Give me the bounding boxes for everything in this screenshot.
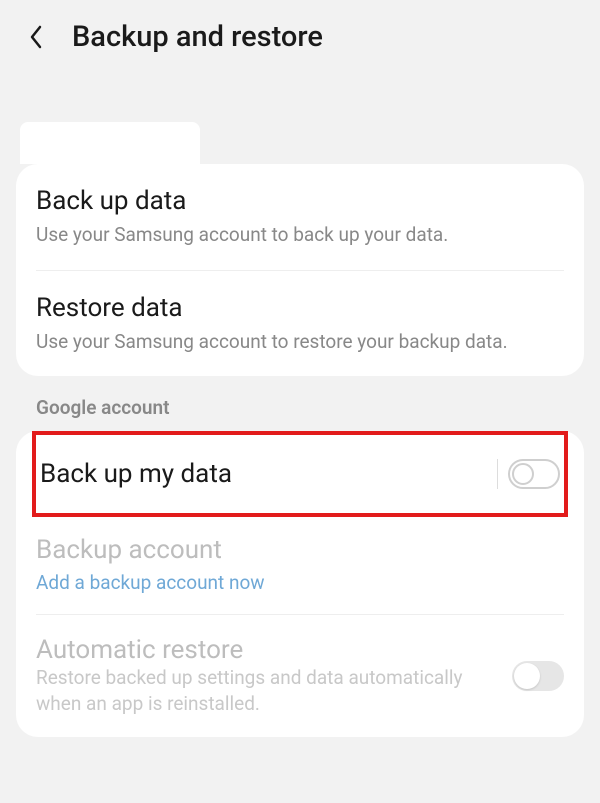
toggle-knob	[512, 463, 534, 485]
backup-my-data-toggle[interactable]	[508, 459, 560, 489]
back-icon[interactable]	[24, 25, 48, 49]
toggle-knob	[514, 663, 540, 689]
highlight-box: Back up my data	[32, 431, 568, 517]
backup-data-title: Back up data	[36, 186, 564, 216]
automatic-restore-toggle[interactable]	[512, 661, 564, 691]
toggle-wrap	[497, 459, 560, 489]
backup-account-title: Backup account	[36, 535, 564, 565]
page-title: Backup and restore	[72, 20, 323, 54]
backup-account-item[interactable]: Backup account Add a backup account now	[36, 517, 564, 615]
google-account-header: Google account	[0, 376, 600, 431]
restore-data-subtitle: Use your Samsung account to restore your…	[36, 329, 564, 355]
backup-data-subtitle: Use your Samsung account to back up your…	[36, 222, 564, 248]
samsung-account-card: Back up data Use your Samsung account to…	[16, 164, 584, 376]
automatic-restore-title: Automatic restore	[36, 635, 496, 665]
toggle-divider	[497, 459, 498, 489]
google-account-card: Back up my data Backup account Add a bac…	[16, 431, 584, 736]
automatic-restore-subtitle: Restore backed up settings and data auto…	[36, 665, 496, 716]
backup-data-item[interactable]: Back up data Use your Samsung account to…	[36, 164, 564, 271]
automatic-restore-item: Automatic restore Restore backed up sett…	[36, 615, 564, 736]
restore-data-item[interactable]: Restore data Use your Samsung account to…	[36, 271, 564, 377]
backup-my-data-title: Back up my data	[40, 459, 232, 489]
header: Backup and restore	[0, 0, 600, 74]
tab-strip	[20, 122, 200, 164]
backup-my-data-item[interactable]: Back up my data	[40, 435, 560, 513]
backup-account-link[interactable]: Add a backup account now	[36, 571, 564, 594]
restore-data-title: Restore data	[36, 293, 564, 323]
